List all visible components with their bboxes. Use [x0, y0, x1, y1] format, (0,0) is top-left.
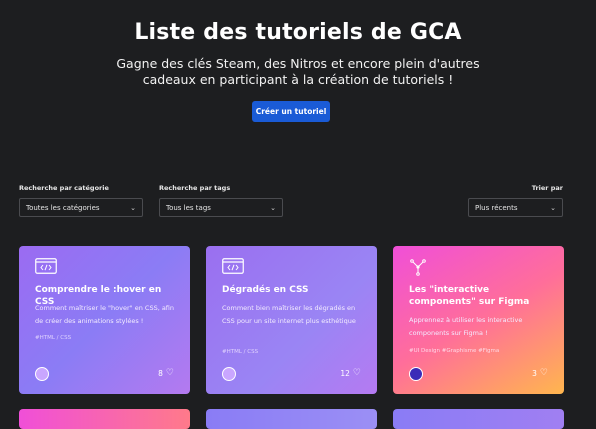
like-count: 12	[340, 369, 350, 378]
card-tags: #HTML / CSS	[35, 335, 72, 341]
card-title: Les "interactive components" sur Figma	[409, 285, 530, 307]
heart-icon: ♡	[539, 368, 548, 378]
sort-select[interactable]: Plus récents ⌄	[468, 198, 563, 217]
code-window-icon	[222, 258, 244, 278]
card-title: Dégradés en CSS	[222, 285, 309, 295]
heart-icon: ♡	[165, 368, 174, 378]
like-counter[interactable]: 12 ♡	[340, 368, 361, 379]
chevron-down-icon: ⌄	[270, 204, 276, 212]
tutorial-card-partial[interactable]	[393, 409, 564, 429]
card-description: Apprennez à utiliser les interactive com…	[409, 316, 523, 337]
tutorial-card-partial[interactable]	[206, 409, 377, 429]
like-count: 8	[158, 369, 163, 378]
tutorial-card[interactable]: Dégradés en CSS Comment bien maîtriser l…	[206, 246, 377, 394]
card-tags: #UI Design #Graphisme #Figma	[409, 348, 500, 354]
like-counter[interactable]: 8 ♡	[158, 368, 174, 379]
card-tags: #HTML / CSS	[222, 349, 259, 355]
tags-select[interactable]: Tous les tags ⌄	[159, 198, 283, 217]
page-subtitle: Gagne des clés Steam, des Nitros et enco…	[98, 56, 498, 88]
tutorial-card-partial[interactable]	[19, 409, 190, 429]
sort-label: Trier par	[531, 184, 563, 192]
like-count: 3	[532, 369, 537, 378]
category-filter-label: Recherche par catégorie	[19, 184, 109, 192]
heart-icon: ♡	[352, 368, 361, 378]
card-description: Comment bien maîtriser les dégradés en C…	[222, 304, 356, 325]
tutorial-card[interactable]: Comprendre le :hover en CSS Comment maît…	[19, 246, 190, 394]
chevron-down-icon: ⌄	[130, 204, 136, 212]
subtitle-line-1: Gagne des clés Steam, des Nitros et enco…	[116, 56, 480, 71]
tags-filter-label: Recherche par tags	[159, 184, 231, 192]
author-avatar[interactable]	[409, 367, 423, 381]
sort-select-value: Plus récents	[475, 203, 518, 212]
author-avatar[interactable]	[222, 367, 236, 381]
author-avatar[interactable]	[35, 367, 49, 381]
component-nodes-icon	[409, 258, 427, 280]
tags-select-value: Tous les tags	[166, 203, 211, 212]
category-select[interactable]: Toutes les catégories ⌄	[19, 198, 143, 217]
create-tutorial-button[interactable]: Créer un tutoriel	[252, 101, 330, 122]
chevron-down-icon: ⌄	[550, 204, 556, 212]
code-window-icon	[35, 258, 57, 278]
like-counter[interactable]: 3 ♡	[532, 368, 548, 379]
tutorial-card[interactable]: Les "interactive components" sur Figma A…	[393, 246, 564, 394]
page-title: Liste des tutoriels de GCA	[134, 20, 462, 45]
subtitle-line-2: cadeaux en participant à la création de …	[142, 72, 454, 87]
category-select-value: Toutes les catégories	[26, 203, 100, 212]
card-description: Comment maîtriser le "hover" en CSS, afi…	[35, 304, 175, 325]
